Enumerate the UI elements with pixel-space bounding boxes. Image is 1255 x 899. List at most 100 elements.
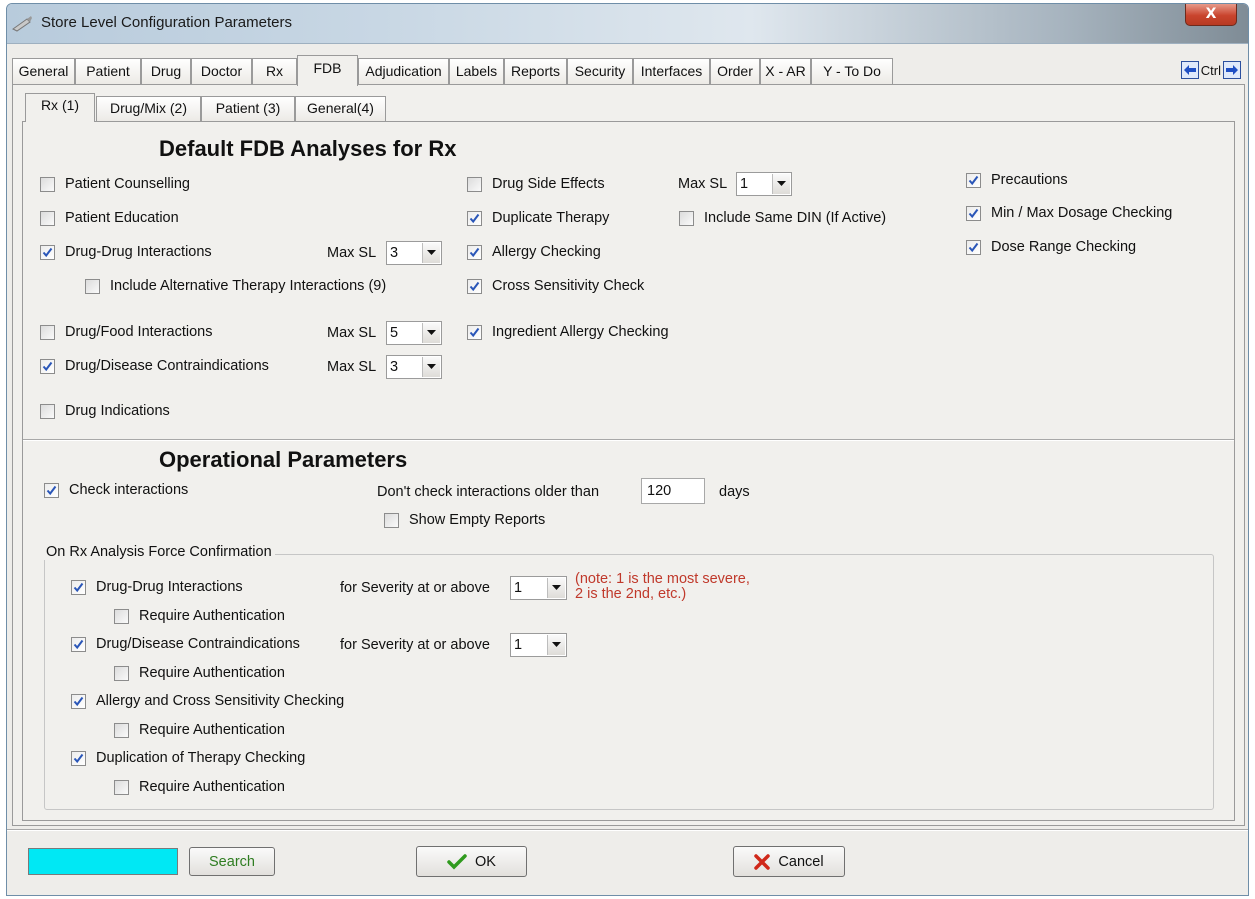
cb-precautions[interactable]: Precautions: [966, 172, 1068, 188]
cb-show-empty-reports[interactable]: Show Empty Reports: [384, 512, 545, 528]
older-than-label: Don't check interactions older than: [377, 484, 600, 500]
checkmark-icon[interactable]: [40, 358, 55, 374]
cb-auth-drug-disease[interactable]: Require Authentication: [114, 665, 285, 681]
severity-drug-drug-select[interactable]: 1: [510, 576, 567, 600]
rx-sub-panel: Default FDB Analyses for Rx Patient Coun…: [22, 121, 1235, 821]
cb-auth-allergy[interactable]: Require Authentication: [114, 722, 285, 738]
cb-patient-education[interactable]: Patient Education: [40, 210, 179, 226]
app-icon: [12, 16, 32, 32]
cb-drug-food[interactable]: Drug/Food Interactions: [40, 324, 213, 340]
checkbox-icon[interactable]: [114, 779, 129, 795]
cb-check-interactions[interactable]: Check interactions: [44, 482, 188, 498]
checkbox-icon[interactable]: [40, 403, 55, 419]
chevron-down-icon[interactable]: [772, 174, 790, 194]
checkbox-icon[interactable]: [114, 608, 129, 624]
cb-drug-side-effects[interactable]: Drug Side Effects: [467, 176, 605, 192]
checkbox-icon[interactable]: [679, 210, 694, 226]
chevron-down-icon[interactable]: [547, 635, 565, 655]
tab-fdb[interactable]: FDB: [297, 55, 358, 86]
tab-rx[interactable]: Rx: [252, 58, 297, 84]
tab-y-todo[interactable]: Y - To Do: [811, 58, 893, 84]
checkbox-icon[interactable]: [114, 665, 129, 681]
tab-security[interactable]: Security: [567, 58, 633, 84]
checkbox-icon[interactable]: [85, 278, 100, 294]
tab-interfaces[interactable]: Interfaces: [633, 58, 710, 84]
checkmark-icon[interactable]: [467, 244, 482, 260]
window-title: Store Level Configuration Parameters: [41, 14, 292, 31]
checkmark-icon[interactable]: [71, 636, 86, 652]
checkmark-icon[interactable]: [71, 693, 86, 709]
cb-auth-duplication[interactable]: Require Authentication: [114, 779, 285, 795]
maxsl-drug-drug-select[interactable]: 3: [386, 241, 442, 265]
checkbox-icon[interactable]: [467, 176, 482, 192]
checkmark-icon: [447, 853, 467, 869]
checkmark-icon[interactable]: [966, 205, 981, 221]
main-tab-strip: General Patient Drug Doctor Rx FDB Adjud…: [12, 55, 1243, 86]
maxsl-drug-food-select[interactable]: 5: [386, 321, 442, 345]
maxsl-label: Max SL: [327, 359, 377, 375]
severity-drug-disease-select[interactable]: 1: [510, 633, 567, 657]
maxsl-label: Max SL: [327, 325, 377, 341]
cb-drug-indications[interactable]: Drug Indications: [40, 403, 170, 419]
checkmark-icon[interactable]: [467, 210, 482, 226]
cb-min-max-dosage[interactable]: Min / Max Dosage Checking: [966, 205, 1172, 221]
cb-cross-sensitivity[interactable]: Cross Sensitivity Check: [467, 278, 644, 294]
cb-dose-range[interactable]: Dose Range Checking: [966, 239, 1136, 255]
checkbox-icon[interactable]: [114, 722, 129, 738]
chevron-down-icon[interactable]: [547, 578, 565, 598]
subtab-general[interactable]: General(4): [295, 96, 386, 121]
checkbox-icon[interactable]: [384, 512, 399, 528]
close-icon: [754, 853, 771, 870]
arrow-left-icon[interactable]: [1180, 61, 1199, 79]
checkmark-icon[interactable]: [467, 278, 482, 294]
tab-order[interactable]: Order: [710, 58, 760, 84]
search-input[interactable]: [28, 848, 178, 875]
checkmark-icon[interactable]: [966, 172, 981, 188]
cb-patient-counselling[interactable]: Patient Counselling: [40, 176, 190, 192]
checkbox-icon[interactable]: [40, 176, 55, 192]
cb-drug-disease[interactable]: Drug/Disease Contraindications: [40, 358, 269, 374]
checkmark-icon[interactable]: [44, 482, 59, 498]
search-button[interactable]: Search: [189, 847, 275, 876]
cb-alt-therapy[interactable]: Include Alternative Therapy Interactions…: [85, 278, 386, 294]
cb-confirm-drug-drug[interactable]: Drug-Drug Interactions: [71, 579, 243, 595]
checkmark-icon[interactable]: [467, 324, 482, 340]
cancel-button[interactable]: Cancel: [733, 846, 845, 877]
cb-duplicate-therapy[interactable]: Duplicate Therapy: [467, 210, 609, 226]
checkbox-icon[interactable]: [40, 324, 55, 340]
chevron-down-icon[interactable]: [422, 357, 440, 377]
force-confirmation-legend: On Rx Analysis Force Confirmation: [43, 544, 275, 560]
cb-confirm-duplication[interactable]: Duplication of Therapy Checking: [71, 750, 305, 766]
checkmark-icon[interactable]: [71, 750, 86, 766]
checkmark-icon[interactable]: [966, 239, 981, 255]
tab-reports[interactable]: Reports: [504, 58, 567, 84]
tab-patient[interactable]: Patient: [75, 58, 141, 84]
older-than-days-input[interactable]: 120: [641, 478, 705, 504]
tab-adjudication[interactable]: Adjudication: [358, 58, 449, 84]
tab-general[interactable]: General: [12, 58, 75, 84]
cb-drug-drug-interactions[interactable]: Drug-Drug Interactions: [40, 244, 212, 260]
tab-doctor[interactable]: Doctor: [191, 58, 252, 84]
subtab-patient[interactable]: Patient (3): [201, 96, 295, 121]
checkmark-icon[interactable]: [40, 244, 55, 260]
tab-x-ar[interactable]: X - AR: [760, 58, 811, 84]
subtab-drug-mix[interactable]: Drug/Mix (2): [96, 96, 201, 121]
arrow-right-icon[interactable]: [1223, 61, 1241, 79]
close-button[interactable]: X: [1185, 4, 1237, 26]
maxsl-side-effects-select[interactable]: 1: [736, 172, 792, 196]
cb-include-same-din[interactable]: Include Same DIN (If Active): [679, 210, 886, 226]
tab-labels[interactable]: Labels: [449, 58, 504, 84]
cb-confirm-drug-disease[interactable]: Drug/Disease Contraindications: [71, 636, 300, 652]
subtab-rx[interactable]: Rx (1): [25, 93, 95, 122]
ok-button[interactable]: OK: [416, 846, 527, 877]
cb-allergy-checking[interactable]: Allergy Checking: [467, 244, 601, 260]
checkmark-icon[interactable]: [71, 579, 86, 595]
cb-ingredient-allergy[interactable]: Ingredient Allergy Checking: [467, 324, 669, 340]
cb-auth-drug-drug[interactable]: Require Authentication: [114, 608, 285, 624]
chevron-down-icon[interactable]: [422, 243, 440, 263]
tab-drug[interactable]: Drug: [141, 58, 191, 84]
maxsl-drug-disease-select[interactable]: 3: [386, 355, 442, 379]
chevron-down-icon[interactable]: [422, 323, 440, 343]
checkbox-icon[interactable]: [40, 210, 55, 226]
cb-confirm-allergy[interactable]: Allergy and Cross Sensitivity Checking: [71, 693, 344, 709]
